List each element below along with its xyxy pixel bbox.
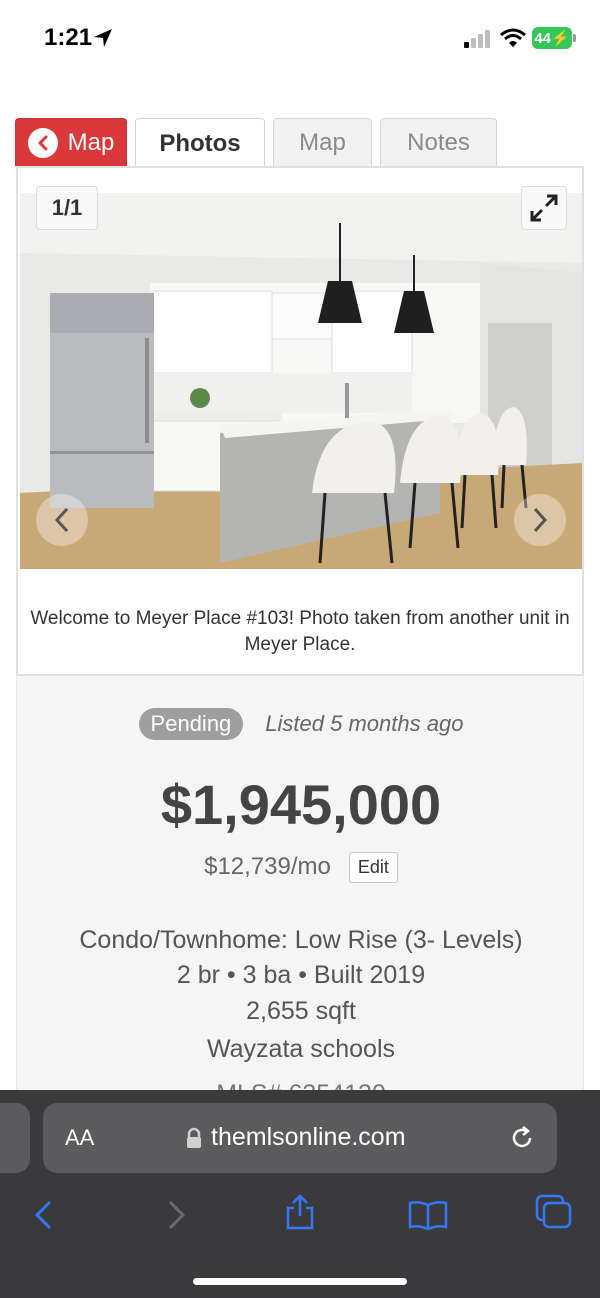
chevron-right-icon [533,507,548,533]
square-footage: 2,655 sqft [246,997,356,1025]
charging-bolt-icon: ⚡ [551,30,570,47]
mortgage-row: $12,739/mo Edit [17,849,585,885]
page: 1:21 44 ⚡ Map Photos Map Notes 1/1 Welco… [0,0,600,1298]
status-row: Pending Listed 5 months ago [17,706,585,742]
listing-tabs: Map Photos Map Notes [15,118,585,168]
school-district: Wayzata schools [206,1035,396,1063]
photo-gallery: 1/1 Welcome to Meyer Place #103! Photo t… [16,166,584,676]
chevron-left-icon [27,127,58,158]
back-icon[interactable] [32,1200,56,1230]
tab-photos[interactable]: Photos [135,118,265,168]
home-indicator [193,1278,407,1285]
address-bar[interactable]: AA themlsonline.com [43,1103,557,1173]
battery-indicator: 44 ⚡ [532,27,572,49]
listing-details: Pending Listed 5 months ago $1,945,000 $… [16,676,585,1108]
url-text: themlsonline.com [211,1123,406,1151]
edit-payment-button[interactable]: Edit [348,851,398,883]
beds-baths-year: 2 br • 3 ba • Built 2019 [176,961,426,989]
forward-icon[interactable] [164,1200,188,1230]
tab-map[interactable]: Map [273,118,372,166]
status-badge: Pending [138,708,244,740]
previous-photo-button[interactable] [36,494,88,546]
listing-photo[interactable] [20,193,582,569]
battery-cap [573,34,576,42]
listed-date: Listed 5 months ago [265,711,464,736]
back-to-map-button[interactable]: Map [15,118,127,166]
wifi-icon [500,28,526,47]
listing-price: $1,945,000 [160,773,442,836]
battery-level: 44 [534,29,551,47]
reader-options-button[interactable]: AA [65,1125,94,1151]
share-icon[interactable] [284,1194,316,1230]
bookmarks-icon[interactable] [408,1200,448,1230]
reload-icon[interactable] [509,1125,535,1151]
property-type: Condo/Townhome: Low Rise (3- Levels) [79,926,523,954]
next-photo-button[interactable] [514,494,566,546]
photo-counter: 1/1 [36,186,98,230]
tab-notes[interactable]: Notes [380,118,497,166]
fullscreen-button[interactable] [521,186,567,230]
expand-icon [530,194,558,222]
monthly-payment: $12,739/mo [204,853,331,880]
status-time: 1:21 [44,24,93,51]
photo-caption: Welcome to Meyer Place #103! Photo taken… [30,608,570,655]
tabs-icon[interactable] [535,1194,573,1230]
back-button-label: Map [67,128,115,156]
status-bar: 1:21 44 ⚡ [0,0,600,80]
location-arrow-icon [94,29,112,47]
chevron-left-icon [54,507,69,533]
lock-icon [187,1127,201,1148]
cellular-signal-icon [464,30,490,48]
previous-tab-preview[interactable] [0,1103,30,1173]
